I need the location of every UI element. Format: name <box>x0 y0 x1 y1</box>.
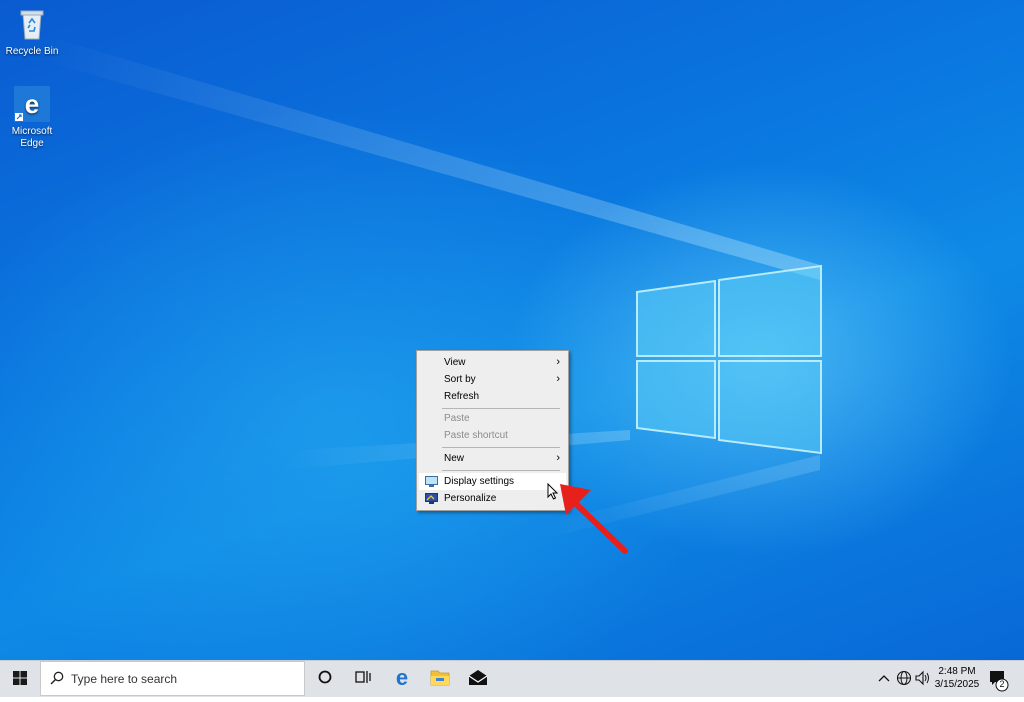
personalize-icon <box>425 493 438 504</box>
start-button[interactable] <box>0 661 40 697</box>
cortana-circle-icon <box>318 670 332 684</box>
svg-text:e: e <box>25 89 39 119</box>
search-placeholder: Type here to search <box>71 672 178 686</box>
edge-taskbar-button[interactable]: e <box>383 661 421 697</box>
menu-separator <box>442 470 560 471</box>
chevron-up-icon[interactable] <box>877 671 891 685</box>
edge-icon: e <box>14 86 50 122</box>
taskbar-search-box[interactable]: Type here to search <box>40 661 305 696</box>
menu-item-personalize[interactable]: Personalize <box>419 490 566 507</box>
menu-item-display-settings[interactable]: Display settings <box>419 473 566 490</box>
clock-date: 3/15/2025 <box>934 679 980 690</box>
desktop-icon-microsoft-edge[interactable]: e Microsoft Edge <box>0 86 64 150</box>
mail-taskbar-button[interactable] <box>459 661 497 697</box>
desktop-icon-label: Microsoft Edge <box>11 126 53 149</box>
desktop-icon-label: Recycle Bin <box>5 46 59 57</box>
notification-count: 2 <box>999 679 1005 689</box>
display-icon <box>425 476 438 487</box>
task-view-icon <box>355 671 371 683</box>
desktop-icon-recycle-bin[interactable]: Recycle Bin <box>0 6 64 58</box>
menu-item-label: Sort by <box>444 374 476 385</box>
menu-item-sort-by[interactable]: Sort by › <box>419 371 566 388</box>
cortana-button[interactable] <box>306 661 344 697</box>
chevron-right-icon: › <box>556 452 560 464</box>
desktop[interactable]: Recycle Bin e Microsoft Edge View › Sort… <box>0 0 1024 660</box>
menu-item-label: Personalize <box>444 493 497 504</box>
red-pointer-arrow-icon <box>560 484 628 554</box>
menu-separator <box>442 447 560 448</box>
edge-icon: e <box>396 665 408 690</box>
menu-item-new[interactable]: New › <box>419 450 566 467</box>
search-icon <box>50 671 64 685</box>
menu-item-label: Paste <box>444 413 470 424</box>
svg-text:e: e <box>396 665 408 690</box>
chevron-right-icon: › <box>556 373 560 385</box>
recycle-bin-icon <box>14 6 50 42</box>
file-explorer-taskbar-button[interactable] <box>421 661 459 697</box>
menu-item-view[interactable]: View › <box>419 354 566 371</box>
mail-icon <box>468 670 488 685</box>
task-view-button[interactable] <box>344 661 382 697</box>
chevron-right-icon: › <box>556 356 560 368</box>
clock[interactable]: 2:48 PM 3/15/2025 <box>930 665 984 691</box>
menu-item-refresh[interactable]: Refresh <box>419 388 566 405</box>
wallpaper-light-beams <box>40 40 822 540</box>
menu-item-label: New <box>444 453 465 464</box>
clock-time: 2:48 PM <box>938 666 976 677</box>
menu-item-paste-shortcut: Paste shortcut <box>419 427 566 444</box>
taskbar: Type here to search e 2:48 PM 3/15/2025 … <box>0 660 1024 697</box>
windows-logo-wallpaper <box>636 264 822 455</box>
folder-icon <box>430 670 450 686</box>
menu-item-paste: Paste <box>419 410 566 427</box>
menu-item-label: Display settings <box>444 476 515 487</box>
menu-item-label: View <box>444 357 466 368</box>
action-center-button[interactable]: 2 <box>986 668 1010 692</box>
network-globe-icon[interactable] <box>896 670 912 686</box>
menu-item-label: Refresh <box>444 391 480 402</box>
menu-item-label: Paste shortcut <box>444 430 508 441</box>
windows-start-icon <box>13 671 27 685</box>
menu-separator <box>442 408 560 409</box>
